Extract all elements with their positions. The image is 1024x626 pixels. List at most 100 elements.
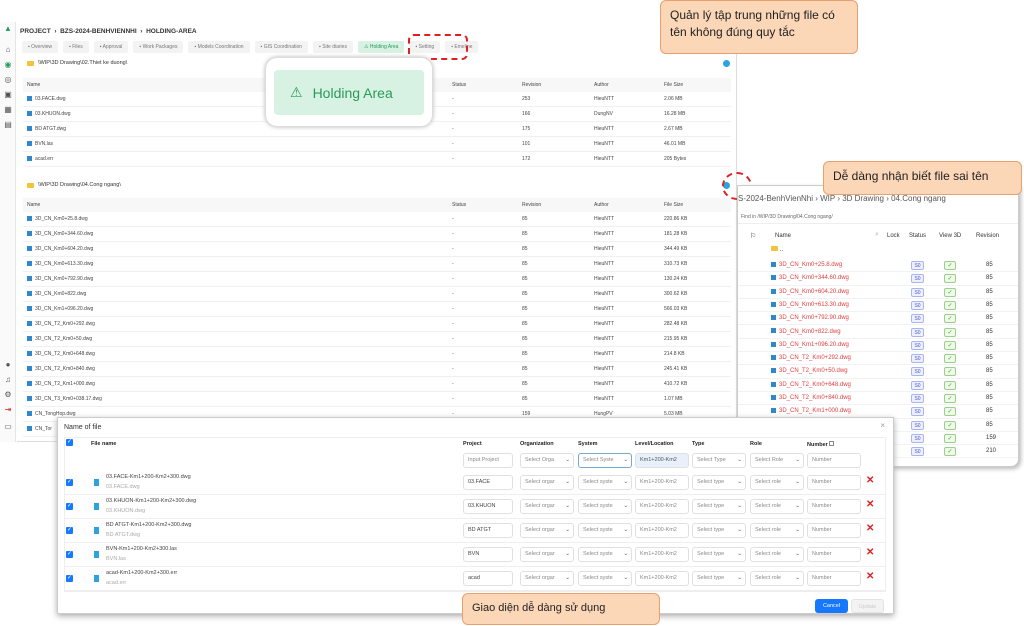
invalid-file-name[interactable]: 3D_CN_Km0+822.dwg [771, 326, 841, 339]
box-icon[interactable]: ▣ [3, 90, 13, 100]
invalid-file-name[interactable]: 3D_CN_Km0+344.60.dwg [771, 272, 849, 285]
number-checkbox[interactable] [829, 441, 835, 446]
folder-path[interactable]: \WIP\3D Drawing\04.Cong ngang\ [27, 182, 121, 188]
invalid-file-name[interactable]: 3D_CN_T2_Km0+840.dwg [771, 392, 851, 405]
col-name[interactable]: Name [775, 233, 791, 239]
project-field[interactable]: acad [463, 571, 513, 586]
system-field[interactable]: Select syste ⌄ [578, 523, 632, 538]
row-checkbox[interactable]: ✓ [66, 551, 73, 558]
table-row[interactable]: 3D_CN_Km0+613.30.dwg - 85 HieuNTT 310.73 KB [23, 257, 731, 272]
document-icon[interactable]: ▤ [3, 120, 13, 130]
level-field[interactable]: Km1+200-Km2 [635, 547, 689, 562]
tab-models-coordination[interactable]: ▪ Models Coordination [188, 41, 250, 53]
shield-icon[interactable]: ◉ [3, 60, 13, 70]
file-row[interactable]: 3D_CN_Km0+822.dwg S0 ✓ 85 [738, 326, 1018, 339]
invalid-file-name[interactable]: 3D_CN_T2_Km0+292.dwg [771, 352, 851, 365]
close-icon[interactable]: × [880, 421, 885, 430]
crumb-project[interactable]: PROJECT [20, 28, 51, 35]
system-field[interactable]: Select syste ⌄ [578, 475, 632, 490]
system-field[interactable]: Select syste ⌄ [578, 571, 632, 586]
file-row[interactable]: 3D_CN_T2_Km0+648.dwg S0 ✓ 85 [738, 379, 1018, 392]
view-3d-check-icon[interactable]: ✓ [944, 261, 956, 270]
org-field[interactable]: Select orgar ⌄ [520, 475, 574, 490]
file-row[interactable]: 3D_CN_Km0+344.60.dwg S0 ✓ 85 [738, 272, 1018, 286]
view-3d-check-icon[interactable]: ✓ [944, 287, 956, 297]
table-row[interactable]: 3D_CN_Km0+344.60.dwg - 85 HieuNTT 181.28 KB [23, 227, 731, 242]
file-row[interactable]: 3D_CN_T2_Km0+840.dwg S0 ✓ 85 [738, 392, 1018, 406]
tab-holding-area[interactable]: ⚠ Holding Area [357, 41, 405, 53]
filter-org[interactable]: Select Orga ⌄ [520, 453, 574, 468]
level-field[interactable]: Km1+200-Km2 [635, 571, 689, 586]
table-row[interactable]: 3D_CN_Km0+25.8.dwg - 85 HieuNTT 220.86 KB [23, 212, 731, 227]
level-field[interactable]: Km1+200-Km2 [635, 523, 689, 538]
project-field[interactable]: BVN [463, 547, 513, 562]
view-3d-check-icon[interactable]: ✓ [944, 354, 956, 364]
tab-gis-coordination[interactable]: ▪ GIS Coordination [254, 41, 309, 53]
system-field[interactable]: Select syste ⌄ [578, 499, 632, 514]
type-field[interactable]: Select type ⌄ [692, 523, 746, 538]
file-row[interactable]: 3D_CN_Km0+25.8.dwg S0 ✓ 85 [738, 259, 1018, 273]
org-field[interactable]: Select orgar ⌄ [520, 499, 574, 514]
role-field[interactable]: Select role ⌄ [750, 523, 804, 538]
parent-folder[interactable]: .. [771, 246, 783, 253]
filter-role[interactable]: Select Role ⌄ [750, 453, 804, 468]
number-field[interactable]: Number [807, 571, 861, 586]
role-field[interactable]: Select role ⌄ [750, 547, 804, 562]
file-row[interactable]: 3D_CN_Km0+604.20.dwg S0 ✓ 85 [738, 286, 1018, 299]
search-icon[interactable]: ⌕ [875, 231, 879, 239]
role-field[interactable]: Select role ⌄ [750, 499, 804, 514]
table-row[interactable]: 3D_CN_T2_Km0+50.dwg - 85 HieuNTT 215.95 KB [23, 332, 731, 347]
view-3d-check-icon[interactable]: ✓ [944, 340, 956, 350]
org-field[interactable]: Select orgar ⌄ [520, 571, 574, 586]
view-3d-check-icon[interactable]: ✓ [944, 327, 956, 337]
delete-row-icon[interactable]: ✕ [866, 475, 874, 486]
row-checkbox[interactable]: ✓ [66, 575, 73, 582]
system-field[interactable]: Select syste ⌄ [578, 547, 632, 562]
row-checkbox[interactable]: ✓ [66, 503, 73, 510]
filter-project[interactable]: Input Project [463, 453, 513, 468]
flag-icon[interactable]: ⚐ [750, 232, 756, 240]
project-field[interactable]: BD ATGT [463, 523, 513, 538]
table-row[interactable]: acad.err - 172 HieuNTT 205 Bytes [23, 152, 731, 167]
org-field[interactable]: Select orgar ⌄ [520, 523, 574, 538]
number-field[interactable]: Number [807, 499, 861, 514]
home-icon[interactable]: ⌂ [3, 45, 13, 55]
panel-icon[interactable]: ▭ [3, 422, 13, 432]
delete-row-icon[interactable]: ✕ [866, 571, 874, 582]
table-row[interactable]: 3D_CN_T2_Km0+292.dwg - 85 HieuNTT 282.48 KB [23, 317, 731, 332]
tab-site-diaries[interactable]: ▪ Site diaries [313, 41, 353, 53]
view-3d-check-icon[interactable]: ✓ [944, 300, 956, 310]
globe-icon[interactable]: ◎ [3, 75, 13, 85]
find-in-path[interactable]: Find in /WIP/3D Drawing/04.Cong ngang/ [741, 214, 833, 220]
file-row[interactable]: 3D_CN_T2_Km0+292.dwg S0 ✓ 85 [738, 352, 1018, 366]
file-row[interactable]: 3D_CN_Km0+792.90.dwg S0 ✓ 85 [738, 312, 1018, 326]
grid-icon[interactable]: ▦ [3, 105, 13, 115]
crumb-bzs[interactable]: BZS-2024-BENHVIENNHI [60, 28, 137, 35]
cancel-button[interactable]: Cancel [815, 599, 848, 613]
table-row[interactable]: 3D_CN_Km1+096.20.dwg - 85 HieuNTT 566.03 KB [23, 302, 731, 317]
tab-work-packages[interactable]: ▪ Work Packages [133, 41, 184, 53]
select-all-checkbox[interactable]: ✓ [66, 439, 73, 446]
role-field[interactable]: Select role ⌄ [750, 571, 804, 586]
crumb[interactable]: 3D Drawing [842, 194, 884, 203]
table-row[interactable]: 3D_CN_T2_Km1+000.dwg - 85 HieuNTT 410.72 KB [23, 377, 731, 392]
invalid-file-name[interactable]: 3D_CN_T2_Km0+50.dwg [771, 365, 848, 378]
view-3d-check-icon[interactable]: ✓ [944, 447, 956, 457]
table-row[interactable]: 3D_CN_T2_Km0+648.dwg - 85 HieuNTT 214.8 KB [23, 347, 731, 362]
project-field[interactable]: 03.KHUON [463, 499, 513, 514]
folder-path[interactable]: \WIP\3D Drawing\02.Thiet ke duong\ [27, 60, 127, 66]
action-icon[interactable] [723, 60, 730, 67]
level-field[interactable]: Km1+200-Km2 [635, 475, 689, 490]
view-3d-check-icon[interactable]: ✓ [944, 314, 956, 324]
file-row[interactable]: 3D_CN_Km0+613.30.dwg S0 ✓ 85 [738, 299, 1018, 313]
tab-approval[interactable]: ▪ Approval [93, 41, 129, 53]
table-row[interactable]: BVN.las - 101 HieuNTT 46.01 MB [23, 137, 731, 152]
view-3d-check-icon[interactable]: ✓ [944, 274, 956, 284]
level-field[interactable]: Km1+200-Km2 [635, 499, 689, 514]
user-icon[interactable]: ● [3, 360, 13, 370]
invalid-file-name[interactable]: 3D_CN_Km0+792.90.dwg [771, 312, 849, 325]
type-field[interactable]: Select type ⌄ [692, 547, 746, 562]
update-button[interactable]: Update [851, 599, 884, 613]
invalid-file-name[interactable]: 3D_CN_Km1+096.20.dwg [771, 339, 849, 352]
col-revision[interactable]: Revision [976, 233, 999, 239]
